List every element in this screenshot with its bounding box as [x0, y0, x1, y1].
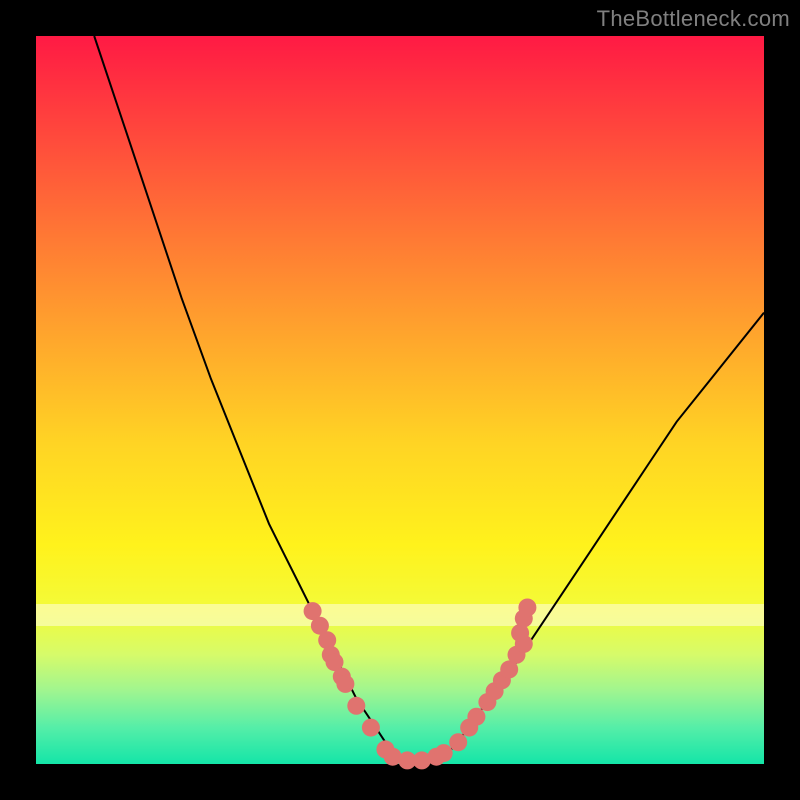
curve-marker: [336, 675, 354, 693]
curve-marker: [467, 708, 485, 726]
plot-area: [36, 36, 764, 764]
plot-svg: [36, 36, 764, 764]
curve-marker: [362, 719, 380, 737]
curve-marker: [449, 733, 467, 751]
curve-markers: [304, 599, 537, 770]
chart-stage: TheBottleneck.com: [0, 0, 800, 800]
bottleneck-curve: [94, 36, 764, 764]
watermark-text: TheBottleneck.com: [597, 6, 790, 32]
curve-marker: [435, 744, 453, 762]
curve-marker: [347, 697, 365, 715]
curve-marker: [518, 599, 536, 617]
